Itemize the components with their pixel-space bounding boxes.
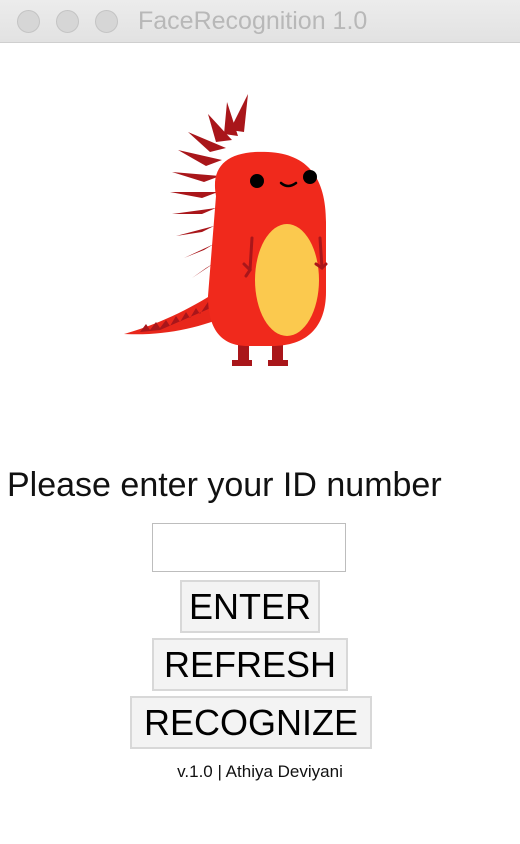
close-window-button[interactable] — [17, 10, 40, 33]
refresh-button[interactable]: REFRESH — [152, 638, 348, 691]
title-bar: FaceRecognition 1.0 — [0, 0, 520, 43]
window-title: FaceRecognition 1.0 — [138, 7, 368, 35]
version-credit: v.1.0 | Athiya Deviyani — [177, 762, 343, 781]
zoom-window-button[interactable] — [95, 10, 118, 33]
id-prompt-label: Please enter your ID number — [7, 466, 442, 504]
minimize-window-button[interactable] — [56, 10, 79, 33]
recognize-button[interactable]: RECOGNIZE — [130, 696, 372, 749]
enter-button[interactable]: ENTER — [180, 580, 320, 633]
id-number-input[interactable] — [152, 523, 346, 572]
app-window: FaceRecognition 1.0 Please enter your ID… — [0, 0, 520, 844]
dragon-mascot-icon — [124, 94, 328, 366]
